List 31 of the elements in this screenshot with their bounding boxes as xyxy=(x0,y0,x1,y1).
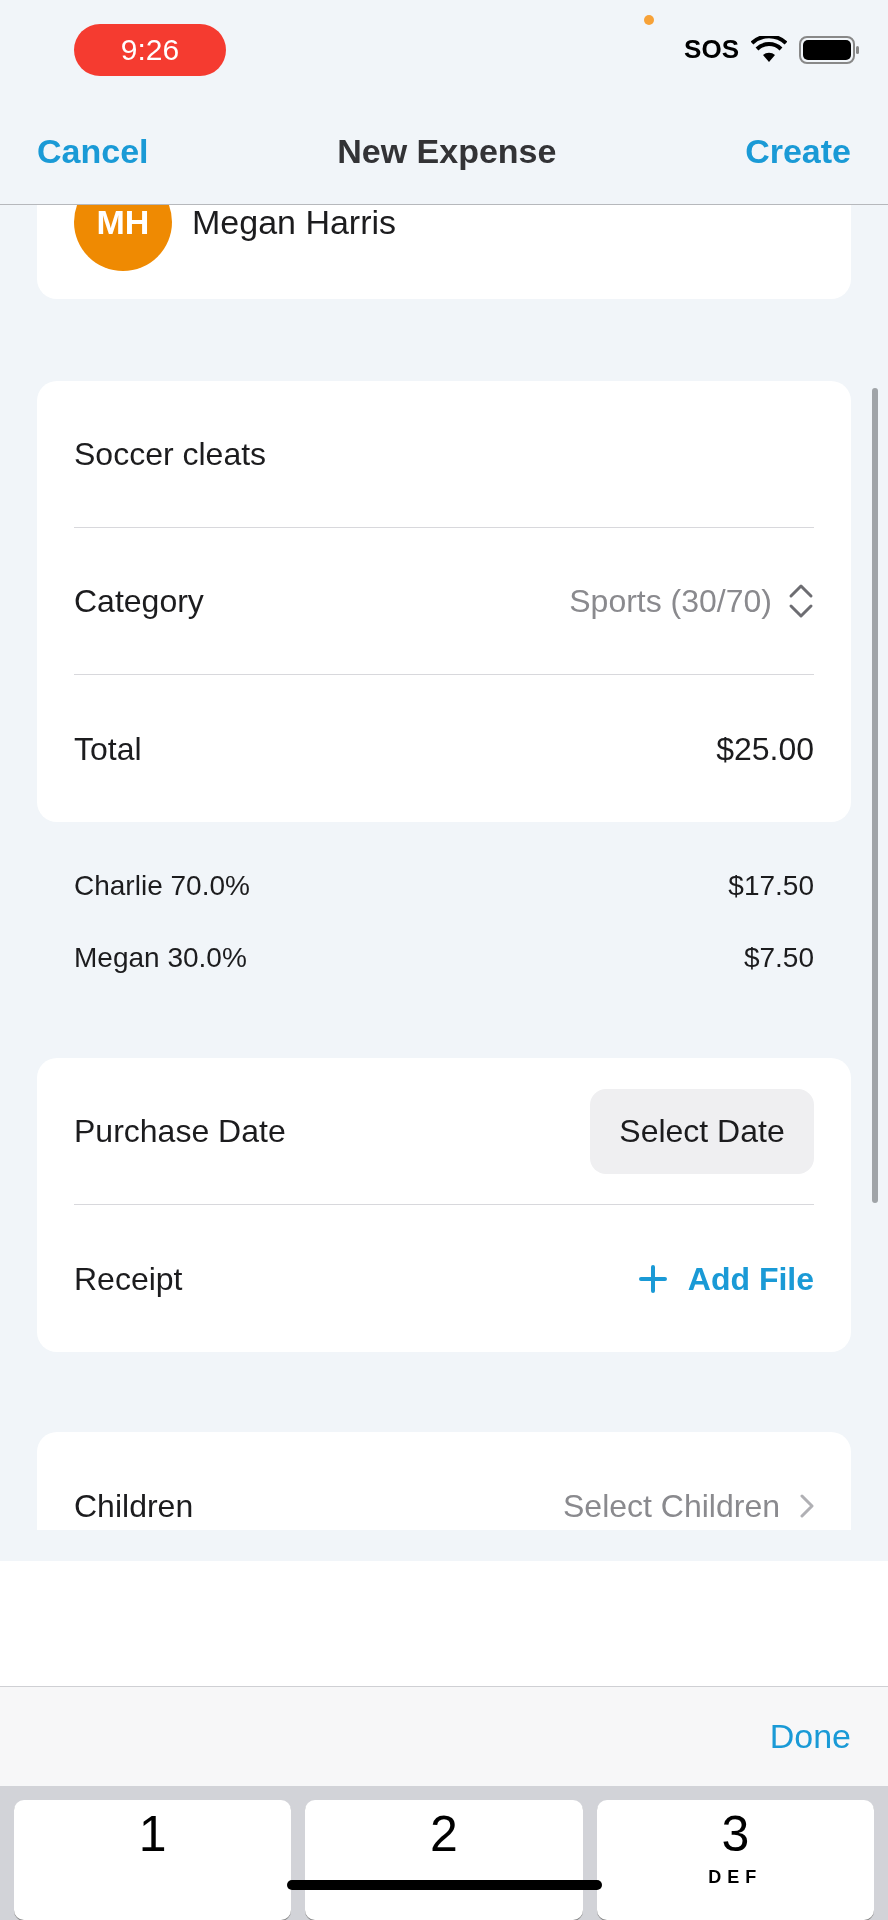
privacy-indicator xyxy=(644,15,654,25)
keypad-key[interactable]: 3 DEF xyxy=(596,1800,874,1920)
add-file-button[interactable]: Add File xyxy=(637,1254,814,1303)
split-label: Megan 30.0% xyxy=(74,941,247,976)
done-button[interactable]: Done xyxy=(769,1710,851,1762)
wifi-icon xyxy=(751,35,787,64)
keypad-key[interactable]: 2 xyxy=(305,1800,583,1920)
split-amount: $17.50 xyxy=(728,869,814,904)
cancel-button[interactable]: Cancel xyxy=(37,126,149,178)
row-label: Receipt xyxy=(74,1259,183,1299)
select-date-button[interactable]: Select Date xyxy=(590,1088,814,1174)
create-button[interactable]: Create xyxy=(745,126,851,178)
screen-title: New Expense xyxy=(337,131,557,173)
plus-icon xyxy=(637,1263,668,1294)
split-amount: $7.50 xyxy=(743,941,814,976)
time-pill: 9:26 xyxy=(74,23,226,76)
sos-label: SOS xyxy=(684,33,739,67)
battery-icon xyxy=(799,35,861,64)
row-label: Category xyxy=(74,582,204,622)
row-label: Purchase Date xyxy=(74,1112,286,1152)
split-label: Charlie 70.0% xyxy=(74,869,250,904)
payer-name: Megan Harris xyxy=(192,205,397,243)
avatar[interactable]: MH xyxy=(74,205,172,272)
item-name-field[interactable]: Soccer cleats xyxy=(74,430,267,479)
keypad-key[interactable]: 1 xyxy=(14,1800,292,1920)
chevron-right-icon xyxy=(800,1493,814,1518)
children-picker[interactable]: Select Children xyxy=(563,1481,814,1530)
row-label: Children xyxy=(74,1486,194,1526)
row-label: Total xyxy=(74,729,142,769)
total-amount[interactable]: $25.00 xyxy=(716,724,814,773)
category-picker[interactable]: Sports (30/70) xyxy=(569,577,814,626)
